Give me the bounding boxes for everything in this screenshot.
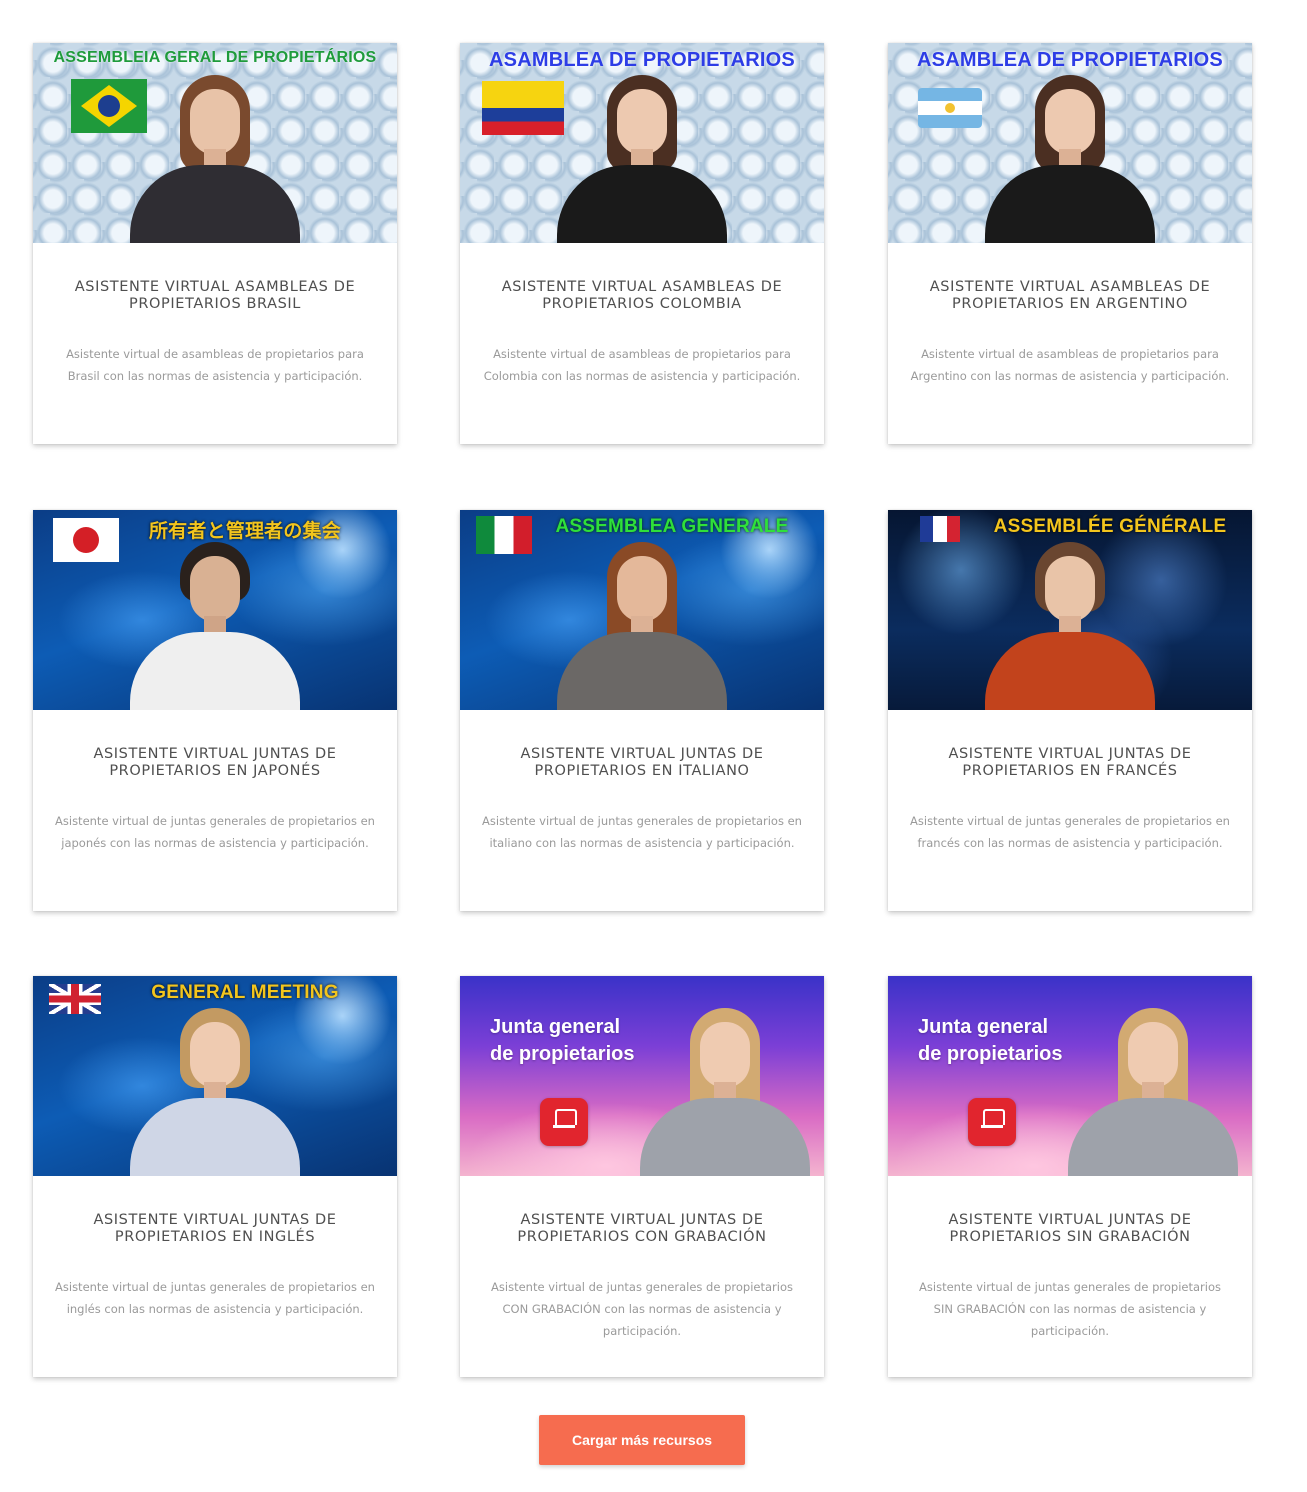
card-italiano[interactable]: ASSEMBLEA GENERALE ASISTENTE VIRTUAL JUN… xyxy=(460,510,824,911)
card-description: Asistente virtual de juntas generales de… xyxy=(491,1280,793,1338)
card-thumbnail[interactable]: ASAMBLEA DE PROPIETARIOS xyxy=(460,43,824,243)
card-title[interactable]: ASISTENTE VIRTUAL JUNTAS DE PROPIETARIOS… xyxy=(482,746,802,780)
card-description: Asistente virtual de asambleas de propie… xyxy=(910,347,1230,383)
overlay-line-1: Junta general xyxy=(490,1016,621,1038)
presenter-avatar xyxy=(557,65,727,243)
card-thumbnail[interactable]: ASSEMBLEIA GERAL DE PROPIETÁRIOS xyxy=(33,43,397,243)
card-colombia[interactable]: ASAMBLEA DE PROPIETARIOS ASISTENTE VIRTU… xyxy=(460,43,824,444)
card-thumbnail[interactable]: ASSEMBLÉE GÉNÉRALE xyxy=(888,510,1252,710)
presenter-avatar xyxy=(130,532,300,710)
card-japones[interactable]: 所有者と管理者の集会 ASISTENTE VIRTUAL JUNTAS DE P… xyxy=(33,510,397,911)
card-thumbnail[interactable]: Junta general de propietarios xyxy=(888,976,1252,1176)
card-frances[interactable]: ASSEMBLÉE GÉNÉRALE ASISTENTE VIRTUAL JUN… xyxy=(888,510,1252,911)
card-thumbnail[interactable]: ASSEMBLEA GENERALE xyxy=(460,510,824,710)
card-title[interactable]: ASISTENTE VIRTUAL ASAMBLEAS DE PROPIETAR… xyxy=(910,279,1230,313)
card-title[interactable]: ASISTENTE VIRTUAL JUNTAS DE PROPIETARIOS… xyxy=(910,746,1230,780)
card-con-grabacion[interactable]: Junta general de propietarios ASISTENTE … xyxy=(460,976,824,1377)
presenter-avatar xyxy=(985,532,1155,710)
overlay-line-2: de propietarios xyxy=(490,1043,635,1065)
card-title[interactable]: ASISTENTE VIRTUAL JUNTAS DE PROPIETARIOS… xyxy=(910,1212,1230,1246)
presenter-avatar xyxy=(130,65,300,243)
card-description: Asistente virtual de juntas generales de… xyxy=(55,814,375,850)
overlay-line-2: de propietarios xyxy=(918,1043,1063,1065)
presenter-avatar xyxy=(1068,998,1238,1176)
afc-logo-icon xyxy=(968,1098,1016,1146)
card-description: Asistente virtual de juntas generales de… xyxy=(482,814,802,850)
presenter-avatar xyxy=(557,532,727,710)
thumbnail-overlay-text: Junta general de propietarios xyxy=(918,1014,1062,1068)
resource-grid: ASSEMBLEIA GERAL DE PROPIETÁRIOS ASISTEN… xyxy=(0,0,1307,1492)
card-title[interactable]: ASISTENTE VIRTUAL ASAMBLEAS DE PROPIETAR… xyxy=(55,279,375,313)
card-description: Asistente virtual de juntas generales de… xyxy=(910,814,1230,850)
thumbnail-overlay-text: Junta general de propietarios xyxy=(490,1014,634,1068)
presenter-avatar xyxy=(640,998,810,1176)
card-brasil[interactable]: ASSEMBLEIA GERAL DE PROPIETÁRIOS ASISTEN… xyxy=(33,43,397,444)
card-description: Asistente virtual de juntas generales de… xyxy=(55,1280,375,1316)
card-thumbnail[interactable]: ASAMBLEA DE PROPIETARIOS xyxy=(888,43,1252,243)
card-ingles[interactable]: GENERAL MEETING ASISTENTE VIRTUAL JUNTAS… xyxy=(33,976,397,1377)
card-description: Asistente virtual de juntas generales de… xyxy=(919,1280,1221,1338)
card-description: Asistente virtual de asambleas de propie… xyxy=(483,347,801,383)
card-description: Asistente virtual de asambleas de propie… xyxy=(66,347,364,383)
card-thumbnail[interactable]: GENERAL MEETING xyxy=(33,976,397,1176)
card-title[interactable]: ASISTENTE VIRTUAL JUNTAS DE PROPIETARIOS… xyxy=(55,746,375,780)
card-title[interactable]: ASISTENTE VIRTUAL JUNTAS DE PROPIETARIOS… xyxy=(55,1212,375,1246)
colombia-flag-icon xyxy=(482,81,564,135)
presenter-avatar xyxy=(985,65,1155,243)
france-flag-icon xyxy=(920,516,960,542)
argentina-flag-icon xyxy=(918,88,982,128)
card-title[interactable]: ASISTENTE VIRTUAL ASAMBLEAS DE PROPIETAR… xyxy=(482,279,802,313)
presenter-avatar xyxy=(130,998,300,1176)
card-thumbnail[interactable]: 所有者と管理者の集会 xyxy=(33,510,397,710)
card-sin-grabacion[interactable]: Junta general de propietarios ASISTENTE … xyxy=(888,976,1252,1377)
afc-logo-icon xyxy=(540,1098,588,1146)
card-argentino[interactable]: ASAMBLEA DE PROPIETARIOS ASISTENTE VIRTU… xyxy=(888,43,1252,444)
card-thumbnail[interactable]: Junta general de propietarios xyxy=(460,976,824,1176)
overlay-line-1: Junta general xyxy=(918,1016,1049,1038)
load-more-button[interactable]: Cargar más recursos xyxy=(539,1415,745,1465)
card-title[interactable]: ASISTENTE VIRTUAL JUNTAS DE PROPIETARIOS… xyxy=(482,1212,802,1246)
